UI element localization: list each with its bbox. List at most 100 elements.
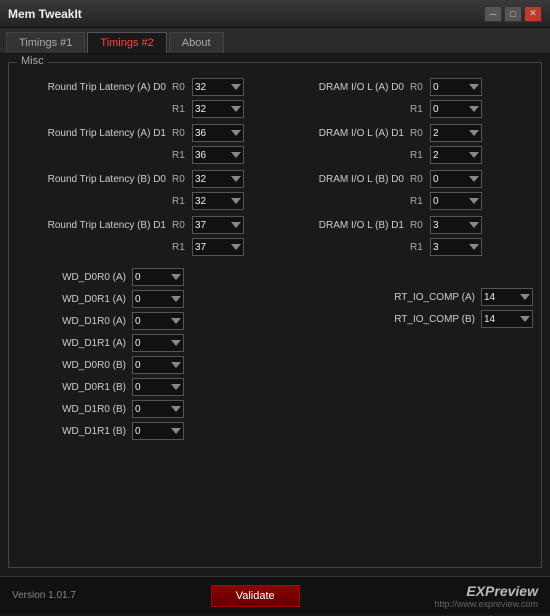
wd-d1r1b-row: WD_D1R1 (B) 0 [17,421,270,441]
wd-d0r0b-row: WD_D0R0 (B) 0 [17,355,270,375]
dram-b-d0-r1-row: R1 0 [280,191,533,211]
rtl-a-d1-r0-row: Round Trip Latency (A) D1 R0 36 [17,123,270,143]
tab-about[interactable]: About [169,32,224,53]
wd-d0r1b-row: WD_D0R1 (B) 0 [17,377,270,397]
dram-b-d1-group: DRAM I/O L (B) D1 R0 3 R1 3 [280,215,533,257]
dram-a-d1-r1-row: R1 2 [280,145,533,165]
wd-d1r1a-row: WD_D1R1 (A) 0 [17,333,270,353]
dram-a-d1-label: DRAM I/O L (A) D1 [280,128,410,139]
dram-r1-label-2: R1 [410,150,430,161]
wd-d0r1b-select[interactable]: 0 [132,378,184,396]
wd-d1r0a-row: WD_D1R0 (A) 0 [17,311,270,331]
r0-label: R0 [172,82,192,93]
rtl-b-d0-r1-select[interactable]: 32 [192,192,244,210]
wd-d0r0b-select[interactable]: 0 [132,356,184,374]
r1-label: R1 [172,104,192,115]
columns-wrapper: Round Trip Latency (A) D0 R0 32 R1 32 Ro… [17,71,533,443]
wd-d1r0a-label: WD_D1R0 (A) [17,316,132,327]
validate-button[interactable]: Validate [211,585,300,607]
r1-label-4: R1 [172,242,192,253]
rtl-a-d1-label: Round Trip Latency (A) D1 [17,128,172,139]
watermark: EXPreview http://www.expreview.com [434,583,538,609]
dram-a-d0-r1-select[interactable]: 0 [430,100,482,118]
rt-io-comp-b-select[interactable]: 14 [481,310,533,328]
rtl-a-d1-group: Round Trip Latency (A) D1 R0 36 R1 36 [17,123,270,165]
rt-section: RT_IO_COMP (A) 14 RT_IO_COMP (B) 14 [280,287,533,329]
rt-io-comp-b-row: RT_IO_COMP (B) 14 [280,309,533,329]
wd-d0r0a-label: WD_D0R0 (A) [17,272,132,283]
tab-timings1[interactable]: Timings #1 [6,32,85,53]
rtl-a-d1-r0-select[interactable]: 36 [192,124,244,142]
dram-b-d0-label: DRAM I/O L (B) D0 [280,174,410,185]
rt-io-comp-a-select[interactable]: 14 [481,288,533,306]
r0-label-2: R0 [172,128,192,139]
dram-a-d1-r0-row: DRAM I/O L (A) D1 R0 2 [280,123,533,143]
misc-group: Misc Round Trip Latency (A) D0 R0 32 R1 [8,62,542,568]
dram-b-d1-r1-row: R1 3 [280,237,533,257]
dram-a-d0-r0-select[interactable]: 0 [430,78,482,96]
dram-a-d0-group: DRAM I/O L (A) D0 R0 0 R1 0 [280,77,533,119]
rtl-b-d0-r0-select[interactable]: 32 [192,170,244,188]
wd-d0r1a-row: WD_D0R1 (A) 0 [17,289,270,309]
wd-d0r0a-select[interactable]: 0 [132,268,184,286]
dram-a-d1-group: DRAM I/O L (A) D1 R0 2 R1 2 [280,123,533,165]
version-text: Version 1.01.7 [12,590,76,601]
wd-d0r1a-select[interactable]: 0 [132,290,184,308]
tab-timings2[interactable]: Timings #2 [87,32,166,53]
main-content: Misc Round Trip Latency (A) D0 R0 32 R1 [0,54,550,576]
dram-b-d1-r1-select[interactable]: 3 [430,238,482,256]
r0-label-3: R0 [172,174,192,185]
tab-bar: Timings #1 Timings #2 About [0,28,550,54]
wd-d1r0a-select[interactable]: 0 [132,312,184,330]
dram-b-d0-group: DRAM I/O L (B) D0 R0 0 R1 0 [280,169,533,211]
dram-a-d1-r1-select[interactable]: 2 [430,146,482,164]
dram-a-d1-r0-select[interactable]: 2 [430,124,482,142]
rtl-b-d1-r0-select[interactable]: 37 [192,216,244,234]
dram-b-d0-r0-row: DRAM I/O L (B) D0 R0 0 [280,169,533,189]
wd-d1r1a-label: WD_D1R1 (A) [17,338,132,349]
rt-io-comp-a-row: RT_IO_COMP (A) 14 [280,287,533,307]
wd-section-left: WD_D0R0 (A) 0 WD_D0R1 (A) 0 WD_D1R0 (A) … [17,267,270,441]
minimize-button[interactable]: ─ [484,6,502,22]
rtl-b-d1-r1-select[interactable]: 37 [192,238,244,256]
dram-b-d1-label: DRAM I/O L (B) D1 [280,220,410,231]
r1-label-3: R1 [172,196,192,207]
app-title: Mem TweakIt [8,7,484,21]
dram-r1-label: R1 [410,104,430,115]
rtl-b-d0-label: Round Trip Latency (B) D0 [17,174,172,185]
wd-d1r0b-row: WD_D1R0 (B) 0 [17,399,270,419]
dram-b-d0-r0-select[interactable]: 0 [430,170,482,188]
dram-r0-label-4: R0 [410,220,430,231]
r0-label-4: R0 [172,220,192,231]
wd-d1r1b-select[interactable]: 0 [132,422,184,440]
misc-label: Misc [17,55,48,67]
rtl-a-d0-r1-select[interactable]: 32 [192,100,244,118]
rtl-a-d0-r0-select[interactable]: 32 [192,78,244,96]
right-column: DRAM I/O L (A) D0 R0 0 R1 0 DRAM I/O L (… [280,77,533,443]
wd-d1r0b-label: WD_D1R0 (B) [17,404,132,415]
rtl-a-d1-r1-select[interactable]: 36 [192,146,244,164]
wd-d0r1a-label: WD_D0R1 (A) [17,294,132,305]
wd-d1r1a-select[interactable]: 0 [132,334,184,352]
close-button[interactable]: ✕ [524,6,542,22]
rtl-b-d1-label: Round Trip Latency (B) D1 [17,220,172,231]
dram-r1-label-3: R1 [410,196,430,207]
maximize-button[interactable]: □ [504,6,522,22]
dram-a-d0-r0-row: DRAM I/O L (A) D0 R0 0 [280,77,533,97]
wd-d1r0b-select[interactable]: 0 [132,400,184,418]
dram-b-d1-r0-select[interactable]: 3 [430,216,482,234]
dram-b-d0-r1-select[interactable]: 0 [430,192,482,210]
watermark-url: http://www.expreview.com [434,599,538,609]
rtl-b-d1-r1-row: R1 37 [17,237,270,257]
rtl-a-d0-label: Round Trip Latency (A) D0 [17,82,172,93]
dram-r0-label-3: R0 [410,174,430,185]
dram-r1-label-4: R1 [410,242,430,253]
rtl-b-d1-r0-row: Round Trip Latency (B) D1 R0 37 [17,215,270,235]
dram-a-d0-r1-row: R1 0 [280,99,533,119]
rt-io-comp-a-label: RT_IO_COMP (A) [394,292,481,303]
rtl-b-d0-r1-row: R1 32 [17,191,270,211]
rtl-a-d0-r1-row: R1 32 [17,99,270,119]
title-bar: Mem TweakIt ─ □ ✕ [0,0,550,28]
left-column: Round Trip Latency (A) D0 R0 32 R1 32 Ro… [17,77,270,443]
wd-d0r0a-row: WD_D0R0 (A) 0 [17,267,270,287]
